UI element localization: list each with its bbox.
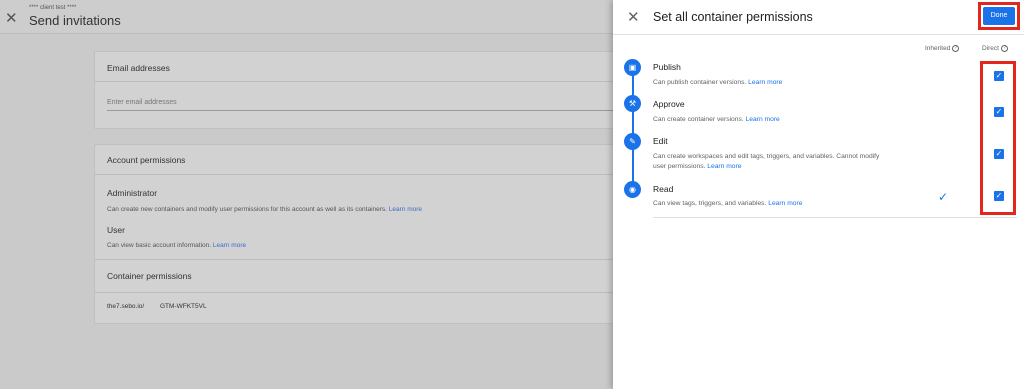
user-desc: Can view basic account information. Lear… [107,242,247,249]
permission-name-approve: Approve [653,99,685,109]
permission-name-publish: Publish [653,62,681,72]
divider [95,81,625,82]
email-input-underline [107,110,625,111]
divider [95,174,625,175]
done-highlight: Done [978,2,1020,30]
permission-desc-publish: Can publish container versions. Learn mo… [653,79,783,86]
email-input[interactable]: Enter email addresses [107,99,177,106]
container-permissions-title: Container permissions [107,271,192,281]
inherited-check-icon: ✓ [938,190,949,204]
help-icon[interactable]: ? [1000,45,1008,52]
direct-checkbox-approve[interactable]: ✓ [994,107,1004,117]
direct-checkbox-edit[interactable]: ✓ [994,149,1004,159]
account-permissions-card: Account permissions Administrator Can cr… [94,144,625,324]
container-domain: the7.sebo.io/ [107,303,145,310]
edit-icon: ✎ [624,133,641,150]
email-card: Email addresses Enter email addresses [94,51,625,129]
approve-icon: ⚒ [624,95,641,112]
done-button[interactable]: Done [983,7,1015,25]
permission-desc-edit: Can create workspaces and edit tags, tri… [653,153,880,170]
close-icon[interactable]: ✕ [627,8,640,26]
account-permissions-title: Account permissions [107,155,186,165]
panel-title: Set all container permissions [653,10,813,24]
direct-column-header: Direct? [982,45,1008,52]
page-title: Send invitations [29,13,121,28]
permission-desc-approve: Can create container versions. Learn mor… [653,116,780,123]
email-card-title: Email addresses [107,63,170,73]
direct-checkbox-read[interactable]: ✓ [994,191,1004,201]
divider [95,259,625,260]
container-id: GTM-WFKT5VL [160,303,207,310]
learn-more-link[interactable]: Learn more [707,163,741,170]
help-icon[interactable]: ? [952,45,960,52]
administrator-desc: Can create new containers and modify use… [107,206,423,213]
learn-more-link[interactable]: Learn more [389,206,422,213]
direct-checkbox-highlight: ✓ ✓ ✓ ✓ [980,61,1016,215]
administrator-title: Administrator [107,188,158,198]
learn-more-link[interactable]: Learn more [213,242,246,249]
publish-icon: ▣ [624,59,641,76]
container-permissions-panel: ✕ Set all container permissions Done Inh… [613,0,1024,389]
close-icon[interactable]: ✕ [5,9,18,27]
read-icon: ◉ [624,181,641,198]
learn-more-link[interactable]: Learn more [768,200,802,207]
direct-checkbox-publish[interactable]: ✓ [994,71,1004,81]
permission-desc-read: Can view tags, triggers, and variables. … [653,200,803,207]
permission-name-edit: Edit [653,136,668,146]
user-title: User [107,225,125,235]
app-subtitle: **** client test **** [29,5,77,11]
learn-more-link[interactable]: Learn more [748,79,782,86]
permission-timeline [632,67,634,191]
permission-name-read: Read [653,184,674,194]
divider [613,34,1024,35]
divider [95,292,625,293]
learn-more-link[interactable]: Learn more [746,116,780,123]
inherited-column-header: Inherited? [925,45,960,52]
divider [653,217,1017,218]
